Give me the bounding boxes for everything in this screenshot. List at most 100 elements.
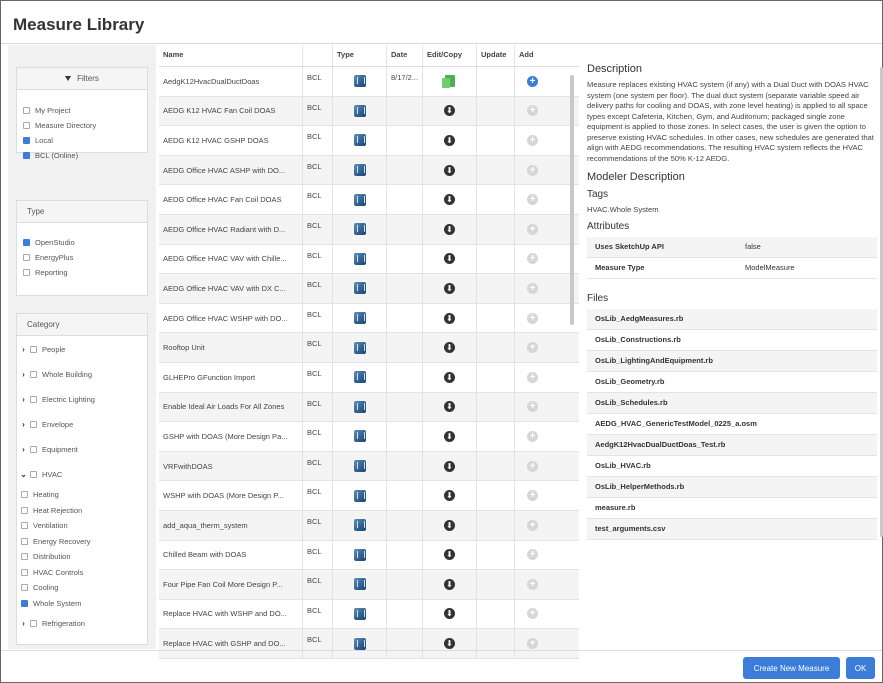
category-item[interactable]: › Equipment xyxy=(17,437,147,462)
filter-option[interactable]: Measure Directory xyxy=(17,118,147,133)
download-icon[interactable]: ⬇ xyxy=(444,490,455,502)
table-row[interactable]: AEDG Office HVAC Fan Coil DOAS BCL ⬇ + xyxy=(159,185,579,215)
file-item[interactable]: OsLib_HelperMethods.rb xyxy=(587,476,877,498)
checkbox[interactable] xyxy=(23,152,30,159)
type-option[interactable]: EnergyPlus xyxy=(17,250,147,265)
add-icon[interactable]: + xyxy=(527,430,538,442)
add-icon[interactable]: + xyxy=(527,401,538,413)
category-item[interactable]: › Refrigeration xyxy=(17,611,147,636)
table-row[interactable]: Replace HVAC with GSHP and DO... BCL ⬇ + xyxy=(159,629,579,659)
file-item[interactable]: OsLib_Schedules.rb xyxy=(587,392,877,414)
add-icon[interactable]: + xyxy=(527,638,538,650)
checkbox[interactable] xyxy=(21,584,28,592)
table-row[interactable]: Four Pipe Fan Coil More Design P... BCL ⬇ + xyxy=(159,570,579,600)
hvac-subcategory[interactable]: Ventilation xyxy=(17,518,147,534)
add-icon[interactable]: + xyxy=(527,549,538,561)
file-item[interactable]: OsLib_Geometry.rb xyxy=(587,372,877,393)
download-icon[interactable]: ⬇ xyxy=(444,253,455,265)
checkbox[interactable] xyxy=(21,553,28,561)
chevron-right-icon[interactable]: › xyxy=(19,345,28,354)
file-item[interactable]: AEDG_HVAC_GenericTestModel_0225_a.osm xyxy=(587,414,877,435)
file-item[interactable]: measure.rb xyxy=(587,498,877,519)
table-row[interactable]: AedgK12HvacDualDuctDoas BCL 8/17/2... + xyxy=(159,67,579,97)
checkbox[interactable] xyxy=(21,537,28,545)
checkbox[interactable] xyxy=(30,620,37,627)
add-icon[interactable]: + xyxy=(527,519,538,531)
hvac-subcategory[interactable]: Cooling xyxy=(17,580,147,596)
download-icon[interactable]: ⬇ xyxy=(444,608,455,620)
hvac-subcategory[interactable]: Energy Recovery xyxy=(17,534,147,550)
add-icon[interactable]: + xyxy=(527,134,538,146)
add-icon[interactable]: + xyxy=(527,75,538,87)
file-item[interactable]: OsLib_HVAC.rb xyxy=(587,456,877,477)
download-icon[interactable]: ⬇ xyxy=(444,223,455,235)
checkbox[interactable] xyxy=(23,239,30,246)
checkbox[interactable] xyxy=(23,122,30,129)
chevron-right-icon[interactable]: › xyxy=(19,619,28,628)
download-icon[interactable]: ⬇ xyxy=(444,549,455,561)
table-row[interactable]: add_aqua_therm_system BCL ⬇ + xyxy=(159,510,579,541)
filters-header[interactable]: Filters xyxy=(17,68,147,90)
file-item[interactable]: OsLib_AedgMeasures.rb xyxy=(587,308,877,330)
filter-option[interactable]: My Project xyxy=(17,103,147,118)
download-icon[interactable]: ⬇ xyxy=(444,134,455,146)
col-type[interactable]: Type xyxy=(333,45,387,66)
add-icon[interactable]: + xyxy=(527,608,538,620)
table-row[interactable]: VRFwithDOAS BCL ⬇ + xyxy=(159,451,579,482)
add-icon[interactable]: + xyxy=(527,342,538,354)
checkbox[interactable] xyxy=(21,599,28,607)
file-item[interactable]: test_arguments.csv xyxy=(587,518,877,540)
table-row[interactable]: WSHP with DOAS (More Design P... BCL ⬇ + xyxy=(159,481,579,511)
file-item[interactable]: OsLib_LightingAndEquipment.rb xyxy=(587,350,877,372)
table-row[interactable]: AEDG K12 HVAC GSHP DOAS BCL ⬇ + xyxy=(159,126,579,156)
add-icon[interactable]: + xyxy=(527,312,538,324)
table-row[interactable]: AEDG Office HVAC VAV with DX C... BCL ⬇ + xyxy=(159,274,579,304)
add-icon[interactable]: + xyxy=(527,282,538,294)
category-item[interactable]: › Electric Lighting xyxy=(17,387,147,412)
type-option[interactable]: Reporting xyxy=(17,265,147,280)
download-icon[interactable]: ⬇ xyxy=(444,401,455,413)
download-icon[interactable]: ⬇ xyxy=(444,578,455,590)
add-icon[interactable]: + xyxy=(527,223,538,235)
download-icon[interactable]: ⬇ xyxy=(444,164,455,176)
checkbox[interactable] xyxy=(23,107,30,114)
hvac-subcategory[interactable]: Heat Rejection xyxy=(17,503,147,519)
add-icon[interactable]: + xyxy=(527,194,538,206)
table-row[interactable]: Chilled Beam with DOAS BCL ⬇ + xyxy=(159,540,579,571)
category-item[interactable]: › Envelope xyxy=(17,412,147,437)
table-row[interactable]: AEDG K12 HVAC Fan Coil DOAS BCL ⬇ + xyxy=(159,96,579,127)
table-row[interactable]: GLHEPro GFunction Import BCL ⬇ + xyxy=(159,362,579,393)
checkbox[interactable] xyxy=(23,269,30,276)
table-row[interactable]: AEDG Office HVAC Radiant with D... BCL ⬇ + xyxy=(159,214,579,245)
chevron-right-icon[interactable]: › xyxy=(19,445,28,454)
download-icon[interactable]: ⬇ xyxy=(444,371,455,383)
checkbox[interactable] xyxy=(21,506,28,514)
hvac-subcategory[interactable]: Heating xyxy=(17,487,147,503)
category-item[interactable]: › Whole Building xyxy=(17,362,147,387)
checkbox[interactable] xyxy=(30,396,37,403)
col-name[interactable]: Name xyxy=(159,45,303,66)
chevron-right-icon[interactable]: › xyxy=(19,420,28,429)
checkbox[interactable] xyxy=(21,522,28,530)
add-icon[interactable]: + xyxy=(527,105,538,117)
table-row[interactable]: GSHP with DOAS (More Design Pa... BCL ⬇ + xyxy=(159,422,579,452)
category-item[interactable]: › People xyxy=(17,337,147,362)
checkbox[interactable] xyxy=(30,446,37,453)
add-icon[interactable]: + xyxy=(527,490,538,502)
download-icon[interactable]: ⬇ xyxy=(444,312,455,324)
download-icon[interactable]: ⬇ xyxy=(444,638,455,650)
chevron-down-icon[interactable]: ⌄ xyxy=(19,470,28,479)
checkbox[interactable] xyxy=(23,137,30,144)
checkbox[interactable] xyxy=(30,346,37,353)
hvac-subcategory[interactable]: Whole System xyxy=(17,596,147,612)
checkbox[interactable] xyxy=(23,254,30,261)
type-option[interactable]: OpenStudio xyxy=(17,235,147,250)
download-icon[interactable]: ⬇ xyxy=(444,519,455,531)
file-item[interactable]: AedgK12HvacDualDuctDoas_Test.rb xyxy=(587,434,877,456)
add-icon[interactable]: + xyxy=(527,164,538,176)
hvac-subcategory[interactable]: Distribution xyxy=(17,549,147,565)
table-row[interactable]: AEDG Office HVAC WSHP with DO... BCL ⬇ + xyxy=(159,303,579,334)
add-icon[interactable]: + xyxy=(527,371,538,383)
checkbox[interactable] xyxy=(30,371,37,378)
table-row[interactable]: AEDG Office HVAC VAV with Chille... BCL ⬇ + xyxy=(159,244,579,275)
